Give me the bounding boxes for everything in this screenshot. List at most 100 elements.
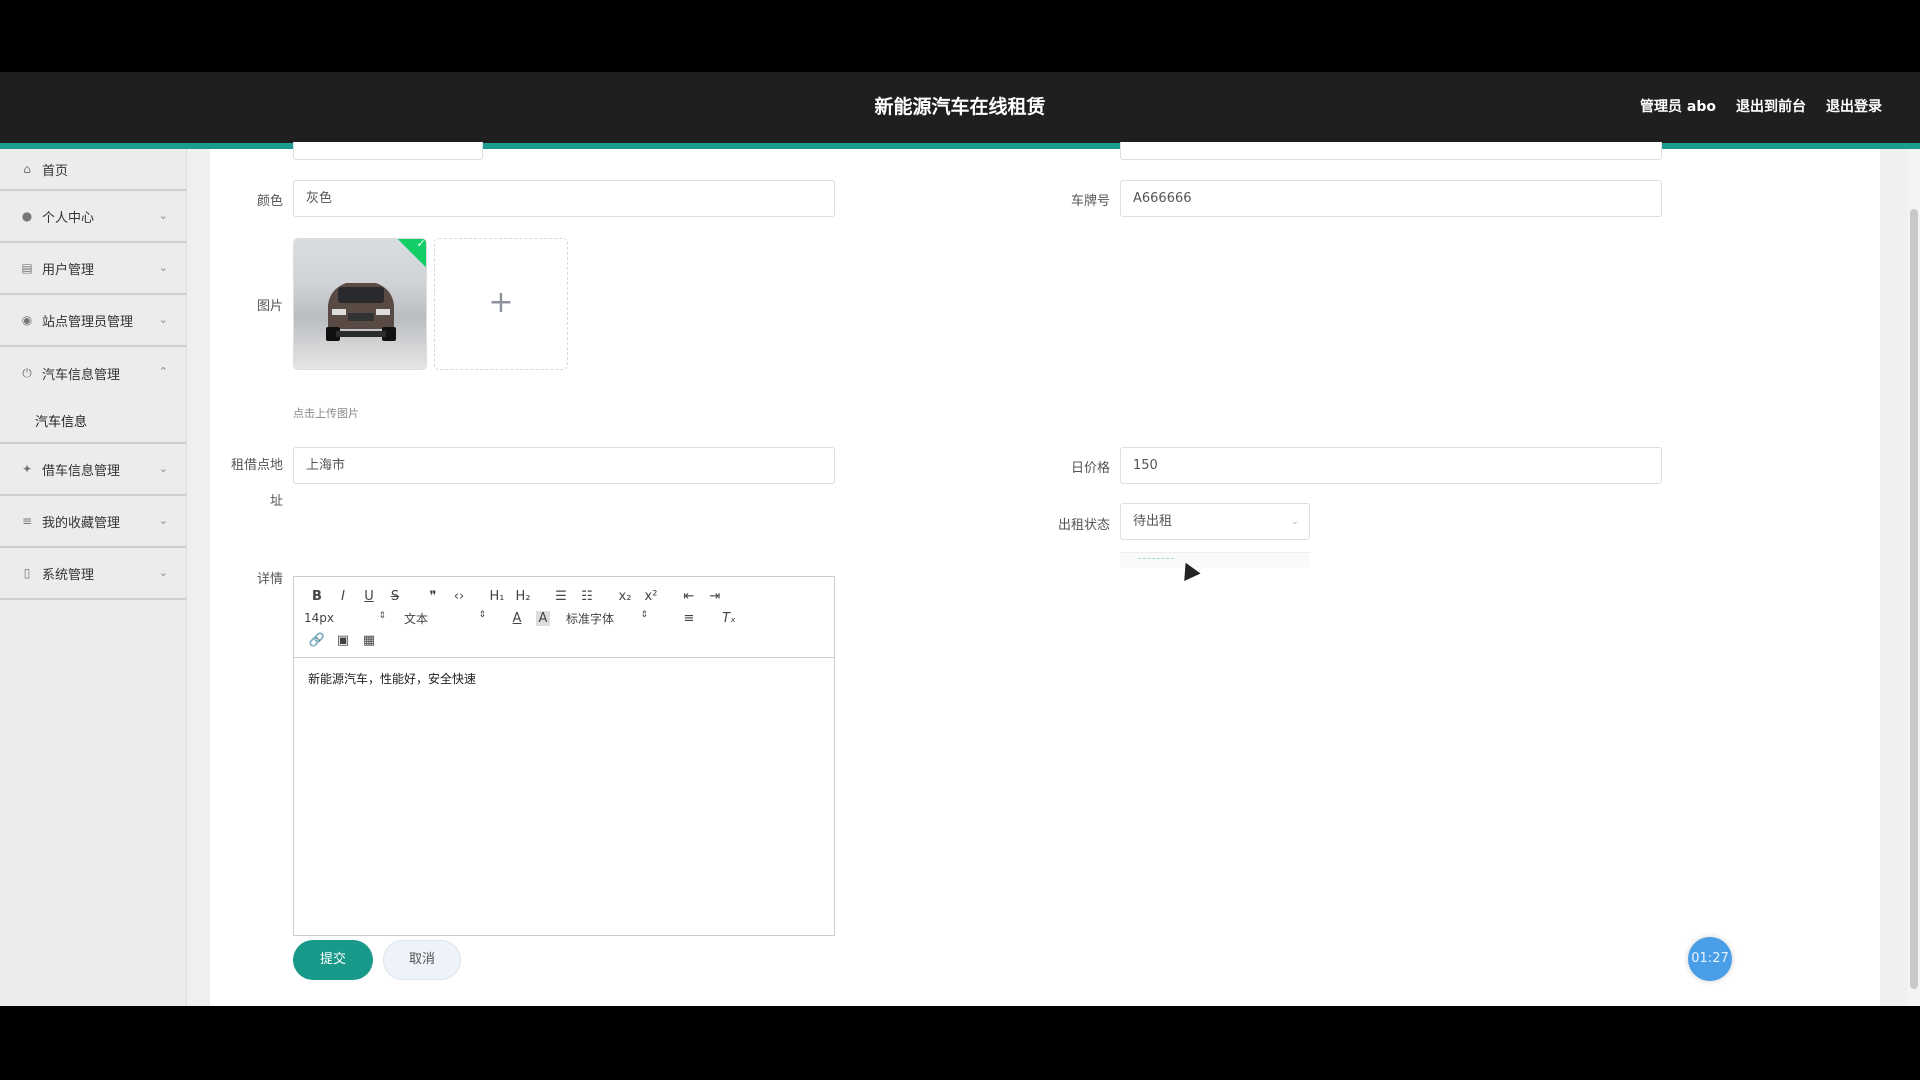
ordered-list-icon[interactable]: ☰ <box>548 589 574 604</box>
blockquote-icon[interactable]: ❞ <box>420 589 446 604</box>
plate-label: 车牌号 <box>1070 194 1110 209</box>
admin-user-label[interactable]: 管理员 abo <box>1640 72 1716 143</box>
power-icon: ⏻ <box>22 366 32 380</box>
status-select-value: 待出租 <box>1133 514 1173 529</box>
sidebar-item-favorites[interactable]: ≡ 我的收藏管理 ⌄ <box>0 496 186 548</box>
subscript-icon[interactable]: x₂ <box>612 589 638 604</box>
color-input[interactable]: 灰色 <box>293 180 835 217</box>
strikethrough-icon[interactable]: S <box>382 589 408 604</box>
location-input[interactable]: 上海市 <box>293 447 835 484</box>
heading1-icon[interactable]: H₁ <box>484 589 510 604</box>
scrollbar-thumb[interactable] <box>1910 209 1918 989</box>
link-icon[interactable]: 🔗 <box>304 633 330 648</box>
status-select[interactable]: 待出租 ⌄ <box>1120 503 1310 540</box>
sidebar-item-home[interactable]: ⌂ 首页 <box>0 149 186 191</box>
sidebar-item-label: 个人中心 <box>42 210 95 226</box>
home-icon: ⌂ <box>23 162 31 176</box>
sidebar-item-users[interactable]: ▤ 用户管理 ⌄ <box>0 243 186 295</box>
bold-icon[interactable]: B <box>304 589 330 604</box>
chevron-down-icon: ⌄ <box>158 514 168 527</box>
font-size-value: 14px <box>304 611 334 625</box>
price-label: 日价格 <box>1070 461 1110 476</box>
status-label: 出租状态 <box>1057 518 1110 533</box>
block-type-select[interactable]: 文本 ⇕ <box>404 610 504 627</box>
sidebar-item-system[interactable]: ▯ 系统管理 ⌄ <box>0 548 186 600</box>
stack-icon: ≡ <box>21 514 33 528</box>
location-icon: ◉ <box>21 313 33 327</box>
outdent-icon[interactable]: ⇤ <box>676 589 702 604</box>
car-image <box>326 283 396 341</box>
block-type-value: 文本 <box>404 611 429 626</box>
color-label: 颜色 <box>256 194 283 209</box>
chevron-up-icon: ⌃ <box>158 365 168 378</box>
chevron-down-icon: ⌄ <box>158 209 168 222</box>
partial-input-top-left[interactable] <box>293 142 483 160</box>
timer-badge: 01:27 <box>1688 937 1732 981</box>
code-icon[interactable]: ‹› <box>446 589 472 604</box>
select-arrows-icon: ⇕ <box>378 611 386 621</box>
font-family-select[interactable]: 标准字体 ⇕ <box>566 610 676 627</box>
sidebar-item-borrow-info[interactable]: ✦ 借车信息管理 ⌄ <box>0 444 186 496</box>
align-icon[interactable]: ≡ <box>676 611 702 626</box>
phone-icon: ▯ <box>23 566 31 580</box>
chevron-down-icon: ⌄ <box>158 313 168 326</box>
text-color-icon[interactable]: A <box>504 611 530 626</box>
location-label: 租借点地 址 <box>225 457 283 511</box>
underline-icon[interactable]: U <box>356 589 382 604</box>
top-navbar: 新能源汽车在线租赁 管理员 abo 退出到前台 退出登录 <box>0 72 1920 143</box>
heading2-icon[interactable]: H₂ <box>510 589 536 604</box>
toolbar-row-2: 14px ⇕ 文本 ⇕ A A 标准字体 ⇕ ≡ Tₓ <box>304 607 824 629</box>
location-label-line-2: 址 <box>269 494 283 509</box>
status-dropdown-popup[interactable] <box>1120 552 1310 568</box>
image-icon[interactable]: ▣ <box>330 633 356 648</box>
toolbar-row-1: B I U S ❞ ‹› H₁ H₂ ☰ ☷ x₂ x² ⇤ ⇥ <box>304 585 824 607</box>
chevron-down-icon: ⌄ <box>1290 516 1299 527</box>
rich-text-editor[interactable]: B I U S ❞ ‹› H₁ H₂ ☰ ☷ x₂ x² ⇤ ⇥ 14px ⇕ … <box>293 576 835 936</box>
sidebar-item-label: 站点管理员管理 <box>42 314 134 330</box>
compass-icon: ✦ <box>21 462 33 476</box>
video-icon[interactable]: ▦ <box>356 633 382 648</box>
chevron-down-icon: ⌄ <box>158 566 168 579</box>
partial-input-top-right[interactable] <box>1120 142 1662 160</box>
exit-to-front-link[interactable]: 退出到前台 <box>1736 72 1806 143</box>
uploaded-image[interactable]: ✓ <box>293 238 427 370</box>
clear-format-icon[interactable]: Tₓ <box>716 611 742 626</box>
scrollbar[interactable] <box>1908 149 1920 1006</box>
sidebar: ⌂ 首页 ● 个人中心 ⌄ ▤ 用户管理 ⌄ ◉ 站点管理员管理 ⌄ ⏻ 汽车信… <box>0 149 187 1006</box>
sidebar-item-label: 首页 <box>42 163 69 179</box>
site-title: 新能源汽车在线租赁 <box>874 96 1046 118</box>
check-icon: ✓ <box>395 239 426 270</box>
indent-icon[interactable]: ⇥ <box>702 589 728 604</box>
superscript-icon[interactable]: x² <box>638 589 664 604</box>
plate-input[interactable]: A666666 <box>1120 180 1662 217</box>
bullet-list-icon[interactable]: ☷ <box>574 589 600 604</box>
sidebar-item-label: 借车信息管理 <box>42 463 121 479</box>
sidebar-item-label: 系统管理 <box>42 567 95 583</box>
price-input[interactable]: 150 <box>1120 447 1662 484</box>
cancel-button[interactable]: 取消 <box>383 940 461 980</box>
italic-icon[interactable]: I <box>330 589 356 604</box>
upload-add-button[interactable]: + <box>434 238 568 370</box>
clipboard-icon: ▤ <box>21 261 33 275</box>
background-color-icon[interactable]: A <box>536 610 550 626</box>
toolbar-row-3: 🔗 ▣ ▦ <box>304 629 824 651</box>
submit-button[interactable]: 提交 <box>293 940 373 980</box>
select-arrows-icon: ⇕ <box>478 609 486 620</box>
user-icon: ● <box>21 209 33 223</box>
font-size-select[interactable]: 14px ⇕ <box>304 611 404 625</box>
upload-hint: 点击上传图片 <box>293 407 359 420</box>
editor-content[interactable]: 新能源汽车，性能好，安全快速 <box>294 658 834 699</box>
sidebar-item-car-info[interactable]: ⏻ 汽车信息管理 ⌃ <box>0 347 186 399</box>
sidebar-item-station-admins[interactable]: ◉ 站点管理员管理 ⌄ <box>0 295 186 347</box>
plus-icon: + <box>488 285 514 320</box>
select-arrows-icon: ⇕ <box>640 609 648 620</box>
sidebar-item-label: 我的收藏管理 <box>42 515 121 531</box>
sidebar-subitem-car-info[interactable]: 汽车信息 <box>0 399 186 444</box>
chevron-down-icon: ⌄ <box>158 462 168 475</box>
font-family-value: 标准字体 <box>566 611 615 626</box>
chevron-down-icon: ⌄ <box>158 261 168 274</box>
image-label: 图片 <box>256 299 283 314</box>
sidebar-item-label: 用户管理 <box>42 262 95 278</box>
logout-link[interactable]: 退出登录 <box>1826 72 1882 143</box>
sidebar-item-profile[interactable]: ● 个人中心 ⌄ <box>0 191 186 243</box>
